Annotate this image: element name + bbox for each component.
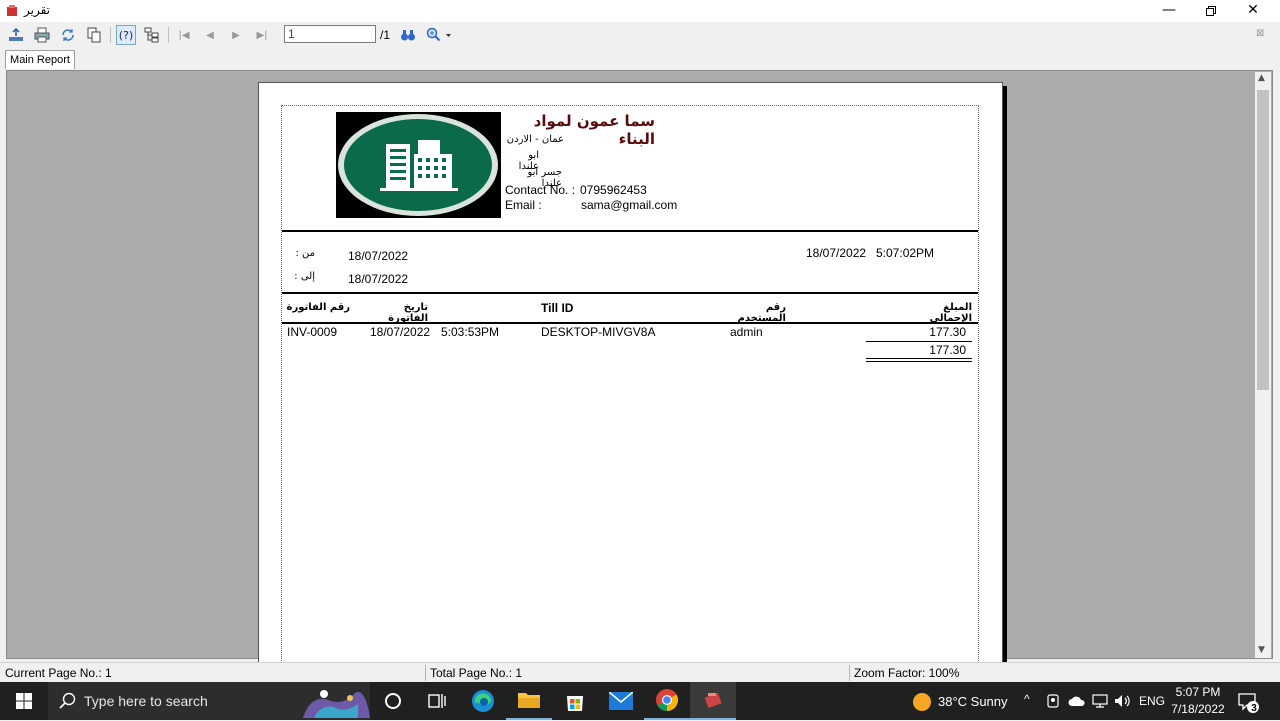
clock-time[interactable]: 5:07 PM [1172,685,1224,699]
page-number-input[interactable] [284,25,376,43]
chrome-icon[interactable] [644,682,690,720]
address-line-1: عمان - الاردن [506,134,564,145]
report-toolbar: (?) |◀ ◀ ▶ ▶| /1 ⊠ [0,22,1280,48]
restore-button[interactable] [1188,0,1234,22]
close-view-icon[interactable]: ⊠ [1256,28,1264,39]
total-double-line-top [866,358,972,359]
col-invoice-date: تاريخ الفاتورة [388,302,428,324]
find-binoculars-icon[interactable] [398,25,418,45]
scroll-up-icon[interactable]: ▲ [1258,73,1265,83]
weather-text[interactable]: 38°C Sunny [938,694,1008,709]
email-value: sama@gmail.com [581,198,678,212]
scroll-down-icon[interactable]: ▼ [1258,645,1265,655]
toolbar-separator [168,27,169,43]
volume-icon[interactable] [1114,693,1132,712]
refresh-icon[interactable] [58,25,78,45]
contact-number: 0795962453 [580,183,647,197]
language-indicator[interactable]: ENG [1139,694,1165,708]
export-icon[interactable] [6,25,26,45]
status-divider [425,665,426,681]
minimize-button[interactable]: — [1146,0,1192,22]
task-view-icon[interactable] [414,682,460,720]
page-total-label: /1 [380,28,391,42]
zoom-dropdown-icon[interactable] [424,25,454,45]
weather-sun-icon[interactable] [912,692,932,715]
row-date: 18/07/2022 [370,325,431,339]
title-bar: تقرير — ✕ [0,0,1280,22]
total-double-line-bottom [866,361,972,362]
row-user: admin [730,325,763,339]
microsoft-store-icon[interactable] [552,682,598,720]
help-icon[interactable]: (?) [116,25,136,45]
to-date: 18/07/2022 [348,272,409,286]
col-till-id: Till ID [541,301,574,315]
toolbar-separator [110,27,111,43]
total-underline [866,341,972,342]
col-user-no: رقم المستخدم [737,302,786,324]
chevron-up-icon[interactable]: ^ [1024,692,1030,706]
windows-start-icon[interactable] [0,682,48,720]
next-page-icon[interactable]: ▶ [226,25,246,45]
print-date: 18/07/2022 [806,246,867,260]
onedrive-cloud-icon[interactable] [1068,695,1086,710]
network-icon[interactable] [1092,694,1108,711]
col-invoice-no: رقم الفاتورة [286,302,350,313]
meet-now-icon[interactable] [1046,693,1060,712]
previous-page-icon[interactable]: ◀ [200,25,220,45]
status-bar: Current Page No.: 1 Total Page No.: 1 Zo… [0,662,1280,683]
print-icon[interactable] [32,25,52,45]
total-page-status: Total Page No.: 1 [430,666,523,680]
row-invoice-no: INV-0009 [287,325,338,339]
col-total-amount: المبلغ الإجمالي [929,302,972,324]
header-divider [282,230,978,232]
row-amount: 177.30 [929,325,966,339]
print-time: 5:07:02PM [876,246,935,260]
current-page-status: Current Page No.: 1 [5,666,112,680]
zoom-status: Zoom Factor: 100% [854,666,960,680]
range-divider [282,292,978,294]
taskbar-search-box[interactable]: Type here to search [48,682,370,720]
notification-count: 3 [1251,703,1257,714]
window-title: تقرير [24,3,50,17]
search-highlight-image [298,684,370,718]
mail-icon[interactable] [598,682,644,720]
close-button[interactable]: ✕ [1230,0,1276,22]
building-icon [338,114,498,216]
status-divider [849,665,850,681]
group-tree-icon[interactable] [142,25,162,45]
grand-total: 177.30 [929,343,966,357]
to-label: إلى : [294,271,315,282]
contact-label: Contact No. : [505,183,576,197]
clock-date[interactable]: 7/18/2022 [1170,702,1226,716]
file-explorer-icon[interactable] [506,682,552,720]
row-time: 5:03:53PM [441,325,500,339]
edge-browser-icon[interactable] [460,682,506,720]
taskbar: Type here to search 38°C Sunny ^ ENG 5:0… [0,682,1280,720]
from-date: 18/07/2022 [348,249,409,263]
search-placeholder: Type here to search [84,693,208,709]
cortana-icon[interactable] [370,682,416,720]
tab-main-report[interactable]: Main Report [5,50,75,69]
search-icon [58,692,76,713]
copy-icon[interactable] [84,25,104,45]
last-page-icon[interactable]: ▶| [252,25,272,45]
app-icon [6,5,18,17]
email-label: Email : [505,198,542,212]
columns-divider [282,322,978,324]
scrollbar-thumb[interactable] [1257,90,1269,390]
from-label: من : [295,248,315,259]
company-logo [336,112,501,218]
first-page-icon[interactable]: |◀ [174,25,194,45]
report-app-icon[interactable] [690,682,736,720]
row-till-id: DESKTOP-MIVGV8A [541,325,656,339]
